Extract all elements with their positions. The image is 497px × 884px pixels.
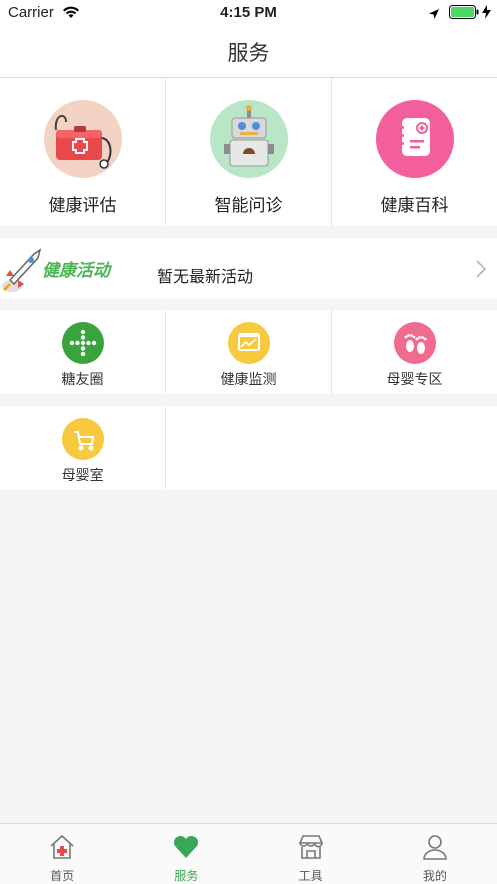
grid-label: 糖友圈	[61, 372, 104, 388]
charging-icon	[482, 5, 491, 23]
grid-item-health-monitor[interactable]: 健康监测	[166, 310, 332, 394]
grid-label: 健康监测	[220, 372, 277, 388]
tab-label: 服务	[174, 869, 199, 883]
tab-bar: 首页 服务 工具 我的	[0, 823, 497, 884]
grid-empty-cell	[332, 406, 497, 490]
battery-icon	[449, 5, 479, 23]
location-icon	[428, 6, 440, 24]
tab-profile[interactable]: 我的	[373, 824, 497, 884]
grid-item-nursing-room[interactable]: 母婴室	[0, 406, 167, 490]
service-label: 智能问诊	[214, 196, 283, 216]
activity-banner[interactable]: 健康活动 暂无最新活动	[0, 238, 497, 299]
service-grid-row: 糖友圈 健康监测 母婴专区	[0, 310, 497, 394]
page-title: 服务	[227, 41, 270, 65]
monitor-icon	[227, 322, 270, 364]
home-icon	[48, 833, 76, 865]
activity-message: 暂无最新活动	[157, 267, 254, 286]
medical-kit-icon	[43, 100, 122, 178]
nav-bar: 服务	[0, 26, 497, 78]
service-label: 健康评估	[48, 196, 117, 216]
grid-item-maternity-zone[interactable]: 母婴专区	[332, 310, 497, 394]
baby-feet-icon	[393, 322, 436, 364]
grid-label: 母婴专区	[386, 372, 443, 388]
top-services: 健康评估 智能问诊 健康百科	[0, 78, 497, 226]
tab-home[interactable]: 首页	[0, 824, 124, 884]
clock: 4:15 PM	[220, 4, 277, 21]
service-health-encyclopedia[interactable]: 健康百科	[332, 78, 497, 226]
activity-logo-text: 健康活动	[42, 261, 110, 281]
chevron-right-icon	[476, 260, 487, 282]
service-grid-row: 母婴室	[0, 406, 497, 490]
tab-label: 首页	[50, 869, 75, 883]
rocket-icon	[0, 246, 46, 298]
service-label: 健康百科	[380, 196, 449, 216]
stroller-icon	[61, 418, 104, 460]
tab-tools[interactable]: 工具	[249, 824, 373, 884]
tab-label: 我的	[422, 869, 447, 883]
heart-icon	[172, 833, 200, 865]
tab-label: 工具	[298, 869, 323, 883]
grid-item-diabetes-circle[interactable]: 糖友圈	[0, 310, 166, 394]
robot-icon	[209, 100, 288, 178]
service-health-assessment[interactable]: 健康评估	[0, 78, 166, 226]
status-bar: Carrier 4:15 PM	[0, 0, 497, 26]
store-icon	[297, 833, 325, 865]
encyclopedia-icon	[375, 100, 454, 178]
grid-label: 母婴室	[61, 468, 104, 484]
service-smart-consult[interactable]: 智能问诊	[166, 78, 332, 226]
diabetes-circle-icon	[61, 322, 104, 364]
user-icon	[421, 833, 449, 865]
grid-empty-cell	[166, 406, 331, 490]
tab-services[interactable]: 服务	[124, 824, 248, 884]
